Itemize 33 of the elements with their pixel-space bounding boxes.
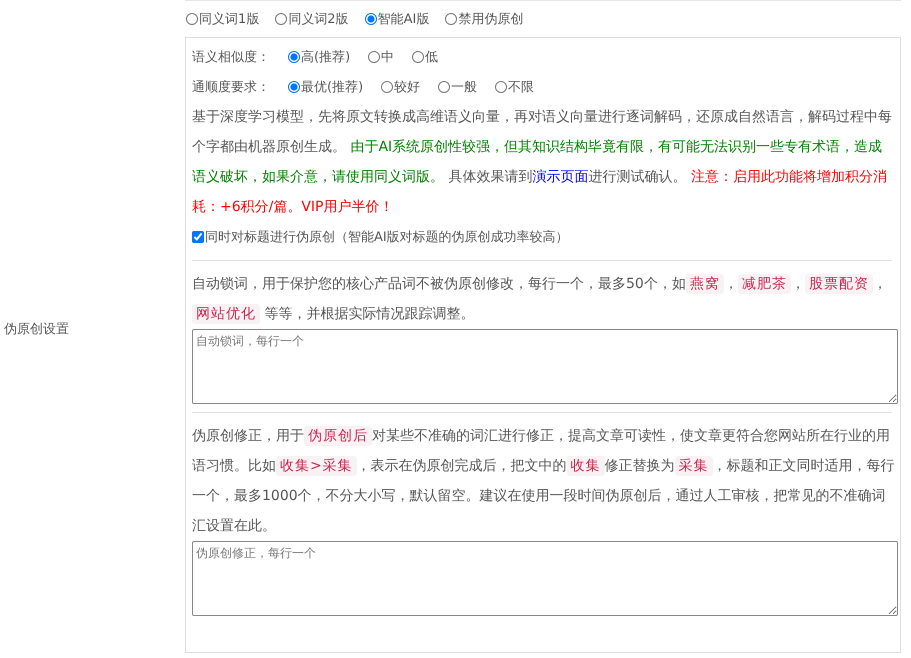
fluency-radio[interactable] xyxy=(288,81,300,93)
option-label: 中 xyxy=(381,49,394,66)
mode-radio[interactable] xyxy=(445,13,458,25)
fluency-radio[interactable] xyxy=(495,81,508,93)
fluency-radio[interactable] xyxy=(438,81,450,93)
option-label: 最优(推荐) xyxy=(301,79,364,96)
lock-words-field[interactable]: 自动锁词，每行一个 xyxy=(192,329,898,404)
title-checkbox[interactable] xyxy=(192,231,204,243)
option-label: 高(推荐) xyxy=(301,49,350,66)
option-label: 一般 xyxy=(451,79,478,96)
option-label: 较好 xyxy=(394,79,420,96)
demo-page-link[interactable]: 演示页面 xyxy=(532,169,588,185)
similarity-radio[interactable] xyxy=(412,51,424,63)
option-label: 智能AI版 xyxy=(378,11,430,28)
option-label: 语义相似度： xyxy=(192,49,270,66)
option-label: 同义词1版 xyxy=(199,11,260,28)
similarity-radio[interactable] xyxy=(288,51,300,63)
option-label: 通顺度要求： xyxy=(192,79,270,96)
fluency-radio[interactable] xyxy=(381,81,394,93)
mode-radio[interactable] xyxy=(364,13,377,25)
correction-description: 伪原创修正，用于 伪原创后 对某些不准确的词汇进行修正，提高文章可读性，使文章更符合您网站所在行业的用语习惯。比如 收集>采集 ，表示在伪原创完成后，把文中的 收集 修正替换为 采集 ，标题和正文同时适用，每行一个，最多1000个，不分大小写，默认留空。建议在使用一段时间伪原创后，通过人工审核，把常见的不准确词汇设置在此。 xyxy=(192,425,896,536)
lock-words-description: 自动锁词，用于保护您的核心产品词不被伪原创修改，每行一个，最多50个，如 燕窝 ， 减肥茶 ， 股票配资 ， 网站优化 等等，并根据实际情况跟踪调整。 xyxy=(192,273,888,326)
checkbox-label: 同时对标题进行伪原创（智能AI版对标题的伪原创成功率较高） xyxy=(205,229,569,246)
ai-description-text: 基于深度学习模型，先将原文转换成高维语义向量，再对语义向量进行逐词解码，还原成自然语言，解码过程中每个字都由机器原创生成。 由于AI系统原创性较强，但其知识结构毕竟有限，有可能无法识别一些专有术语，造成语义破坏，如果介意，请使用同义词版。 具体效果请到演示页面进行测试确认。 注意：启用此功能将增加积分消耗：+6积分/篇。VIP用户半价！ xyxy=(192,108,893,217)
option-label: 不限 xyxy=(508,79,534,96)
mode-radio[interactable] xyxy=(186,13,198,25)
mode-radio[interactable] xyxy=(275,13,288,25)
option-label: 禁用伪原创 xyxy=(458,11,524,28)
option-label: 同义词2版 xyxy=(288,11,349,28)
similarity-radio[interactable] xyxy=(368,51,380,63)
settings-label: 伪原创设置 xyxy=(4,321,69,338)
correction-field[interactable]: 伪原创修正，每行一个 xyxy=(192,541,898,616)
option-label: 低 xyxy=(425,49,438,66)
